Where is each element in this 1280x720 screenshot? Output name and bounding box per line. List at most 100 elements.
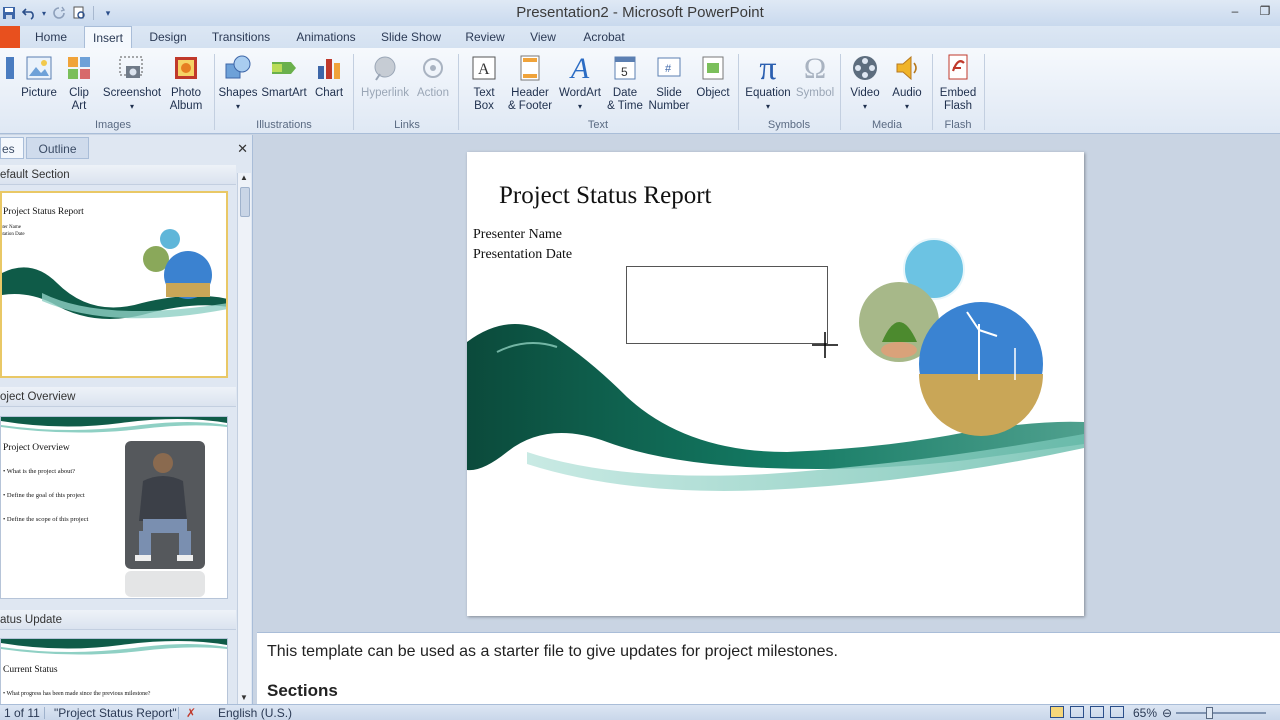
panel-scrollbar[interactable]: ▲ ▼ — [237, 173, 251, 704]
presenter-name[interactable]: Presenter Name — [473, 227, 562, 243]
shapes-icon — [223, 52, 253, 84]
tab-slides[interactable]: es — [0, 137, 24, 159]
scroll-down-icon[interactable]: ▼ — [240, 693, 248, 702]
slide-number-button[interactable]: # Slide Number — [646, 52, 692, 113]
action-button[interactable]: Action — [414, 52, 452, 100]
date-time-button[interactable]: 5 Date & Time — [604, 52, 646, 113]
thumb-wave-art — [2, 229, 226, 319]
spell-check-icon[interactable]: ✗ — [186, 706, 204, 720]
text-box-being-drawn[interactable] — [626, 266, 828, 344]
smartart-icon — [269, 52, 299, 84]
wordart-button[interactable]: A WordArt ▾ — [556, 52, 604, 113]
group-label-text: Text — [587, 119, 609, 131]
section-header[interactable]: efault Section — [0, 165, 236, 185]
section-header[interactable]: oject Overview — [0, 387, 236, 407]
close-panel-icon[interactable]: ✕ — [237, 141, 248, 157]
slide-show-icon[interactable] — [1110, 706, 1124, 718]
scroll-thumb[interactable] — [240, 187, 250, 217]
hyperlink-icon — [370, 52, 400, 84]
presentation-date[interactable]: Presentation Date — [473, 247, 572, 263]
notes-heading[interactable]: Sections — [267, 681, 338, 701]
chart-icon — [314, 52, 344, 84]
header-footer-button[interactable]: Header & Footer — [504, 52, 556, 113]
screenshot-icon — [117, 52, 147, 84]
tab-design[interactable]: Design — [142, 26, 194, 48]
group-separator — [984, 54, 985, 130]
group-label-flash: Flash — [944, 119, 972, 131]
audio-button[interactable]: Audio ▾ — [888, 52, 926, 113]
restore-button[interactable]: ❐ — [1250, 0, 1280, 22]
slide-title[interactable]: Project Status Report — [499, 182, 711, 210]
tab-slide-show[interactable]: Slide Show — [376, 26, 446, 48]
reading-view-icon[interactable] — [1090, 706, 1104, 718]
group-separator — [353, 54, 354, 130]
status-separator — [178, 707, 179, 719]
group-label-links: Links — [394, 119, 420, 131]
screenshot-button[interactable]: Screenshot ▾ — [100, 52, 164, 113]
ribbon-tabs: Home Insert Design Transitions Animation… — [0, 26, 1280, 49]
notes-pane[interactable]: This template can be used as a starter f… — [257, 632, 1280, 704]
language[interactable]: English (U.S.) — [218, 706, 292, 720]
group-separator — [738, 54, 739, 130]
clip-art-button[interactable]: Clip Art — [62, 52, 96, 113]
slide-thumbnail-2[interactable]: Project Overview • What is the project a… — [0, 416, 228, 599]
file-tab[interactable] — [0, 26, 20, 48]
window-title: Presentation2 - Microsoft PowerPoint — [516, 4, 764, 21]
hyperlink-button[interactable]: Hyperlink — [358, 52, 412, 100]
slide-number-icon: # — [654, 52, 684, 84]
tab-animations[interactable]: Animations — [288, 26, 364, 48]
slide-sorter-icon[interactable] — [1070, 706, 1084, 718]
tab-outline[interactable]: Outline — [26, 137, 89, 159]
omega-icon: Ω — [803, 51, 827, 85]
scroll-up-icon[interactable]: ▲ — [240, 173, 248, 182]
zoom-slider-track[interactable] — [1176, 712, 1266, 714]
tab-acrobat[interactable]: Acrobat — [576, 26, 632, 48]
table-button-partial[interactable] — [0, 52, 14, 87]
film-reel-icon — [850, 52, 880, 84]
equation-button[interactable]: π Equation ▾ — [742, 49, 794, 113]
text-box-button[interactable]: A Text Box — [464, 52, 504, 113]
photo-album-button[interactable]: Photo Album — [162, 52, 210, 113]
current-slide[interactable]: Project Status Report Presenter Name Pre… — [467, 152, 1084, 616]
shapes-button[interactable]: Shapes ▾ — [218, 52, 258, 113]
window-controls: – ❐ — [1220, 0, 1280, 22]
symbol-button[interactable]: Ω Symbol — [794, 52, 836, 100]
slide-thumbnail-3[interactable]: Current Status • What progress has been … — [0, 638, 228, 704]
video-button[interactable]: Video ▾ — [846, 52, 884, 113]
smartart-button[interactable]: SmartArt — [260, 52, 308, 100]
slides-panel: es Outline ✕ efault Section Project Stat… — [0, 135, 253, 704]
normal-view-icon[interactable] — [1050, 706, 1064, 718]
action-icon — [418, 52, 448, 84]
tab-review[interactable]: Review — [458, 26, 512, 48]
group-label-illustrations: Illustrations — [256, 119, 312, 131]
embed-flash-button[interactable]: Embed Flash — [936, 52, 980, 113]
clip-art-icon — [64, 52, 94, 84]
status-separator — [44, 707, 45, 719]
picture-button[interactable]: Picture — [18, 52, 60, 100]
notes-text[interactable]: This template can be used as a starter f… — [267, 643, 838, 661]
crosshair-cursor-icon — [812, 332, 838, 358]
chart-button[interactable]: Chart — [310, 52, 348, 100]
tab-home[interactable]: Home — [28, 26, 74, 48]
group-label-images: Images — [94, 119, 132, 131]
group-separator — [214, 54, 215, 130]
tab-transitions[interactable]: Transitions — [206, 26, 276, 48]
minimize-button[interactable]: – — [1220, 0, 1250, 22]
calendar-icon: 5 — [610, 52, 640, 84]
tab-insert[interactable]: Insert — [84, 26, 132, 49]
wave-artwork — [467, 238, 1084, 491]
thumb-title: Project Status Report — [3, 207, 84, 217]
thumb-wave-art — [1, 417, 227, 433]
pi-icon: π — [759, 49, 777, 87]
thumb-wave-art — [1, 639, 227, 655]
speaker-icon — [892, 52, 922, 84]
svg-text:5: 5 — [621, 65, 628, 79]
group-separator — [840, 54, 841, 130]
zoom-slider-thumb[interactable] — [1206, 707, 1213, 719]
slide-thumbnail-1[interactable]: Project Status Report nter Name ntation … — [0, 191, 228, 378]
section-header[interactable]: atus Update — [0, 610, 236, 630]
zoom-out-icon[interactable]: ⊖ — [1162, 706, 1172, 720]
tab-view[interactable]: View — [522, 26, 564, 48]
zoom-level[interactable]: 65% — [1133, 706, 1157, 720]
object-button[interactable]: Object — [692, 52, 734, 100]
